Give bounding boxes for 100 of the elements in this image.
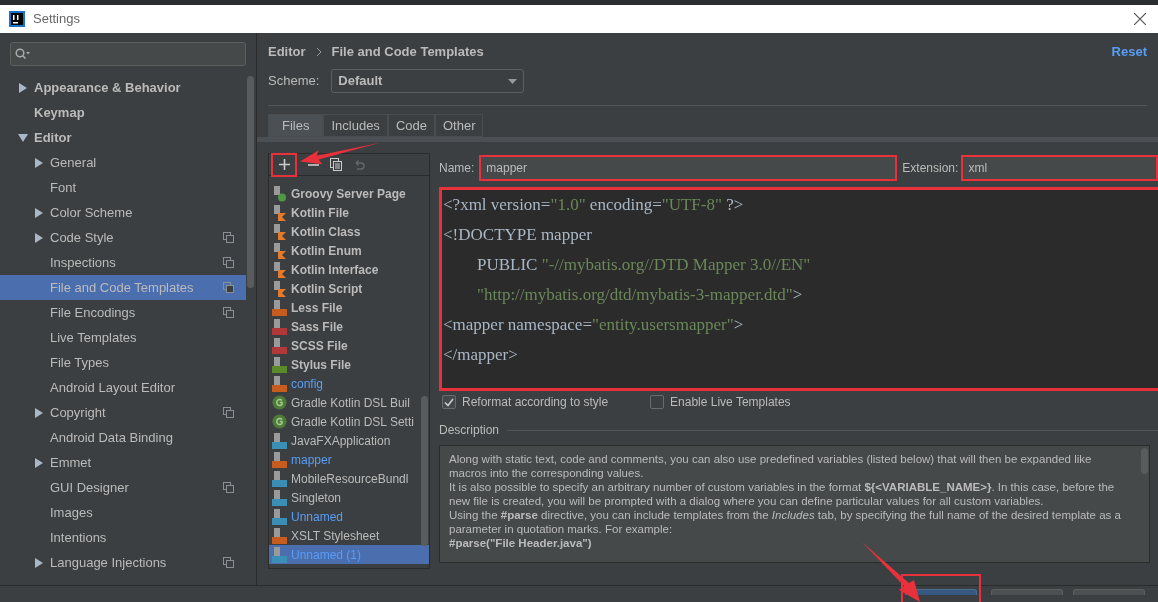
extension-field[interactable]: xml: [961, 155, 1158, 181]
sidebar-item[interactable]: Language Injections: [0, 550, 246, 575]
sidebar-item[interactable]: Images: [0, 500, 246, 525]
template-item[interactable]: Stylus File: [269, 355, 429, 374]
sidebar-label: File Encodings: [50, 303, 137, 322]
sidebar-label: Intentions: [50, 528, 108, 547]
template-item[interactable]: Kotlin Class: [269, 222, 429, 241]
scrollbar-thumb[interactable]: [247, 76, 254, 288]
collapsed-arrow-icon[interactable]: [34, 457, 44, 468]
file-type-icon: [272, 432, 287, 449]
copy-icon[interactable]: [330, 158, 342, 171]
code-line: <mapper namespace="entity.usersmapper">: [443, 314, 745, 336]
sidebar-item[interactable]: General: [0, 150, 246, 175]
reset-link[interactable]: Reset: [1111, 41, 1147, 62]
template-item[interactable]: config: [269, 374, 429, 393]
template-name: Stylus File: [291, 356, 352, 374]
tab[interactable]: Code: [387, 114, 435, 137]
app-logo-icon: [9, 11, 25, 27]
close-icon[interactable]: [1134, 13, 1146, 25]
sidebar-item[interactable]: Color Scheme: [0, 200, 246, 225]
template-item[interactable]: Kotlin File: [269, 203, 429, 222]
breadcrumb-item[interactable]: Editor: [268, 41, 306, 62]
sidebar-item[interactable]: Inspections: [0, 250, 246, 275]
collapsed-arrow-icon[interactable]: [34, 232, 44, 243]
template-item[interactable]: Kotlin Interface: [269, 260, 429, 279]
collapsed-arrow-icon[interactable]: [34, 407, 44, 418]
sidebar-item[interactable]: GUI Designer: [0, 475, 246, 500]
sidebar-item[interactable]: Code Style: [0, 225, 246, 250]
search-field[interactable]: [10, 42, 246, 66]
collapsed-arrow-icon[interactable]: [18, 82, 28, 93]
search-icon: [15, 48, 31, 60]
gradle-icon: [272, 414, 287, 429]
file-type-icon: [272, 375, 287, 392]
sidebar-item[interactable]: Keymap: [0, 100, 246, 125]
sidebar-item[interactable]: Appearance & Behavior: [0, 75, 246, 100]
template-name: mapper: [291, 451, 332, 469]
template-item[interactable]: Gradle Kotlin DSL Setti: [269, 412, 429, 431]
tab[interactable]: Files: [268, 114, 324, 137]
file-type-icon: [272, 546, 287, 563]
template-name: Singleton: [291, 489, 342, 507]
sidebar-item[interactable]: Emmet: [0, 450, 246, 475]
collapsed-arrow-icon[interactable]: [34, 207, 44, 218]
sidebar-item[interactable]: File Encodings: [0, 300, 246, 325]
template-item[interactable]: Less File: [269, 298, 429, 317]
file-type-icon: [272, 489, 287, 506]
file-type-icon: [272, 527, 287, 544]
sidebar-item[interactable]: File Types: [0, 350, 246, 375]
template-item[interactable]: SCSS File: [269, 336, 429, 355]
template-item[interactable]: MobileResourceBundl: [269, 469, 429, 488]
minus-icon[interactable]: [308, 163, 319, 166]
sidebar-label: Copyright: [50, 403, 107, 422]
sidebar-label: File Types: [50, 353, 110, 372]
sidebar-item[interactable]: Android Layout Editor: [0, 375, 246, 400]
plus-icon: [278, 159, 290, 170]
sidebar-label: Inspections: [50, 253, 117, 272]
scrollbar-thumb[interactable]: [421, 396, 428, 546]
template-item[interactable]: Kotlin Script: [269, 279, 429, 298]
code-line: "http://mybatis.org/dtd/mybatis-3-mapper.dtd">: [476, 284, 804, 306]
collapsed-arrow-icon[interactable]: [34, 157, 44, 168]
file-type-icon: [272, 299, 287, 316]
template-item[interactable]: Unnamed: [269, 507, 429, 526]
checkbox[interactable]: [650, 395, 665, 409]
code-line: PUBLIC "-//mybatis.org//DTD Mapper 3.0//EN": [476, 254, 812, 276]
template-name: Kotlin Interface: [291, 261, 379, 279]
checkbox-label[interactable]: Reformat according to style: [462, 393, 609, 411]
template-item[interactable]: Sass File: [269, 317, 429, 336]
expanded-arrow-icon[interactable]: [18, 132, 28, 143]
template-name: Kotlin Script: [291, 280, 363, 298]
template-item[interactable]: JavaFXApplication: [269, 431, 429, 450]
checkbox[interactable]: [442, 395, 456, 409]
name-field[interactable]: mapper: [479, 155, 898, 181]
sidebar-item[interactable]: Android Data Binding: [0, 425, 246, 450]
template-item[interactable]: mapper: [269, 450, 429, 469]
scrollbar-thumb[interactable]: [1141, 448, 1148, 474]
template-name: config: [291, 375, 324, 393]
sidebar-item[interactable]: Intentions: [0, 525, 246, 550]
sidebar-item[interactable]: Live Templates: [0, 325, 246, 350]
collapsed-arrow-icon[interactable]: [34, 557, 44, 568]
sidebar-label: Code Style: [50, 228, 115, 247]
sidebar-label: File and Code Templates: [50, 278, 195, 297]
template-item[interactable]: Kotlin Enum: [269, 241, 429, 260]
template-name: Gradle Kotlin DSL Setti: [291, 413, 414, 431]
tab[interactable]: Includes: [323, 114, 388, 137]
scheme-dropdown[interactable]: Default: [331, 69, 525, 93]
template-item[interactable]: Gradle Kotlin DSL Buil: [269, 393, 429, 412]
sidebar-item[interactable]: Copyright: [0, 400, 246, 425]
checkbox-label[interactable]: Enable Live Templates: [670, 393, 791, 411]
sidebar-item[interactable]: Editor: [0, 125, 246, 150]
add-button[interactable]: [271, 152, 297, 177]
breadcrumb-item[interactable]: File and Code Templates: [331, 41, 484, 62]
template-name: Kotlin Class: [291, 223, 361, 241]
tab[interactable]: Other: [434, 114, 484, 137]
template-item[interactable]: Singleton: [269, 488, 429, 507]
template-name: Less File: [291, 299, 343, 317]
description-text: Using the #parse directive, you can include templates from the Includes tab, by specifying the full name of the desired template as a parameter in quotation marks. For example:: [449, 508, 1122, 536]
code-editor[interactable]: <?xml version="1.0" encoding="UTF-8" ?> <!DOCTYPE mapper PUBLIC "-//mybatis.org//DTD Mapper 3.0//EN" "http://mybatis.org/dtd/mybatis-3-mapper.dtd"> <mapper namespace="entity.usersmapper"> </mapper>: [439, 187, 1158, 391]
sidebar-item[interactable]: Font: [0, 175, 246, 200]
template-item[interactable]: Groovy Server Page: [269, 184, 429, 203]
template-item[interactable]: XSLT Stylesheet: [269, 526, 429, 545]
template-name: Unnamed (1): [291, 546, 362, 564]
